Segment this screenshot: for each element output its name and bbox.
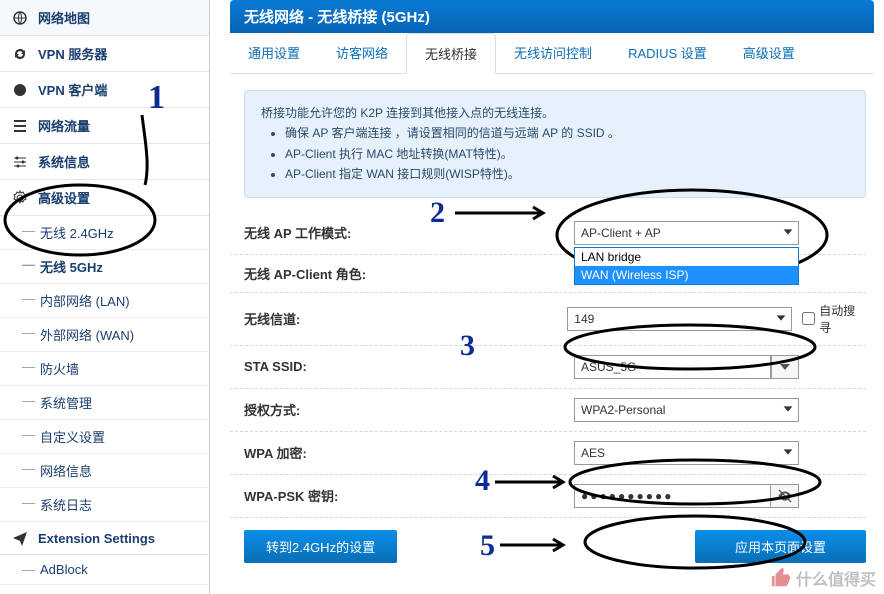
autosearch-checkbox[interactable] — [802, 312, 815, 325]
globe-solid-icon — [12, 82, 28, 98]
role-option-lan[interactable]: LAN bridge — [575, 248, 798, 266]
nav-lan[interactable]: 内部网络 (LAN) — [0, 284, 209, 318]
sidebar: 网络地图 VPN 服务器 VPN 客户端 网络流量 系统信息 高级设置 无线 2… — [0, 0, 210, 594]
toggle-password-button[interactable] — [771, 484, 799, 508]
select-apmode[interactable] — [574, 221, 799, 245]
page-title: 无线网络 - 无线桥接 (5GHz) — [230, 0, 874, 33]
autosearch-label: 自动搜寻 — [819, 302, 866, 336]
label-role: 无线 AP-Client 角色: — [244, 264, 574, 283]
refresh-icon — [12, 46, 28, 62]
row-ssid: STA SSID: — [230, 346, 866, 389]
select-auth[interactable] — [574, 398, 799, 422]
nav-adblock[interactable]: AdBlock — [0, 555, 209, 585]
label-channel: 无线信道: — [244, 309, 567, 328]
tab-bridge[interactable]: 无线桥接 — [406, 33, 496, 74]
nav-extension[interactable]: Extension Settings — [0, 522, 209, 555]
nav-shellinabox[interactable]: Shellinabox — [0, 585, 209, 594]
nav-custom[interactable]: 自定义设置 — [0, 420, 209, 454]
gear-icon — [12, 190, 28, 206]
nav-sysinfo[interactable]: 系统信息 — [0, 144, 209, 180]
eye-icon — [777, 488, 793, 504]
thumb-icon — [770, 567, 792, 589]
sliders-icon — [12, 154, 28, 170]
nav-sysmgmt[interactable]: 系统管理 — [0, 386, 209, 420]
label-auth: 授权方式: — [244, 400, 574, 419]
tabs: 通用设置 访客网络 无线桥接 无线访问控制 RADIUS 设置 高级设置 — [230, 33, 874, 74]
nav-label: 高级设置 — [38, 188, 90, 207]
row-channel: 无线信道: 自动搜寻 — [230, 293, 866, 346]
label-wpaenc: WPA 加密: — [244, 443, 574, 462]
nav-wifi24[interactable]: 无线 2.4GHz — [0, 216, 209, 250]
tab-general[interactable]: 通用设置 — [230, 33, 318, 73]
list-icon — [12, 118, 28, 134]
tab-guest[interactable]: 访客网络 — [318, 33, 406, 73]
row-auth: 授权方式: — [230, 389, 866, 432]
apply-button[interactable]: 应用本页面设置 — [695, 530, 866, 563]
nav-net-map[interactable]: 网络地图 — [0, 0, 209, 36]
nav-label: VPN 客户端 — [38, 80, 107, 99]
tab-advanced[interactable]: 高级设置 — [725, 33, 813, 73]
nav-vpn-client[interactable]: VPN 客户端 — [0, 72, 209, 108]
label-psk: WPA-PSK 密钥: — [244, 486, 574, 505]
watermark: 什么值得买 — [770, 566, 876, 590]
nav-wan[interactable]: 外部网络 (WAN) — [0, 318, 209, 352]
tab-radius[interactable]: RADIUS 设置 — [610, 33, 725, 73]
row-psk: WPA-PSK 密钥: — [230, 475, 866, 518]
nav-syslog[interactable]: 系统日志 — [0, 488, 209, 522]
label-apmode: 无线 AP 工作模式: — [244, 223, 574, 242]
info-bullet: AP-Client 指定 WAN 接口规则(WISP特性)。 — [285, 164, 849, 184]
select-role-open[interactable]: LAN bridge WAN (Wireless ISP) — [574, 247, 799, 285]
tab-access[interactable]: 无线访问控制 — [496, 33, 610, 73]
nav-netinfo[interactable]: 网络信息 — [0, 454, 209, 488]
nav-label: 网络地图 — [38, 8, 90, 27]
goto-24ghz-button[interactable]: 转到2.4GHz的设置 — [244, 530, 397, 563]
ssid-dropdown-button[interactable] — [771, 355, 799, 379]
nav-traffic[interactable]: 网络流量 — [0, 108, 209, 144]
nav-label: VPN 服务器 — [38, 44, 107, 63]
input-ssid[interactable] — [574, 355, 771, 379]
nav-label: 网络流量 — [38, 116, 90, 135]
info-box: 桥接功能允许您的 K2P 连接到其他接入点的无线连接。 确保 AP 客户端连接 … — [244, 90, 866, 198]
info-bullet: 确保 AP 客户端连接 ，请设置相同的信道与远端 AP 的 SSID 。 — [285, 123, 849, 143]
row-wpaenc: WPA 加密: — [230, 432, 866, 475]
main-panel: 无线网络 - 无线桥接 (5GHz) 通用设置 访客网络 无线桥接 无线访问控制… — [210, 0, 884, 594]
chevron-down-icon — [777, 359, 793, 375]
nav-advanced[interactable]: 高级设置 — [0, 180, 209, 216]
button-row: 转到2.4GHz的设置 应用本页面设置 — [230, 518, 884, 563]
nav-vpn-server[interactable]: VPN 服务器 — [0, 36, 209, 72]
input-psk[interactable] — [574, 484, 771, 508]
label-ssid: STA SSID: — [244, 359, 574, 374]
row-role: 无线 AP-Client 角色: LAN bridge WAN (Wireles… — [230, 255, 866, 293]
info-bullet: AP-Client 执行 MAC 地址转换(MAT特性)。 — [285, 144, 849, 164]
nav-label: 系统信息 — [38, 152, 90, 171]
globe-icon — [12, 10, 28, 26]
nav-wifi5[interactable]: 无线 5GHz — [0, 250, 209, 284]
plane-icon — [12, 530, 28, 546]
nav-label: Extension Settings — [38, 531, 155, 546]
info-intro: 桥接功能允许您的 K2P 连接到其他接入点的无线连接。 — [261, 103, 849, 123]
select-channel[interactable] — [567, 307, 792, 331]
role-option-wan[interactable]: WAN (Wireless ISP) — [575, 266, 798, 284]
select-wpaenc[interactable] — [574, 441, 799, 465]
autosearch[interactable]: 自动搜寻 — [802, 302, 866, 336]
nav-firewall[interactable]: 防火墙 — [0, 352, 209, 386]
